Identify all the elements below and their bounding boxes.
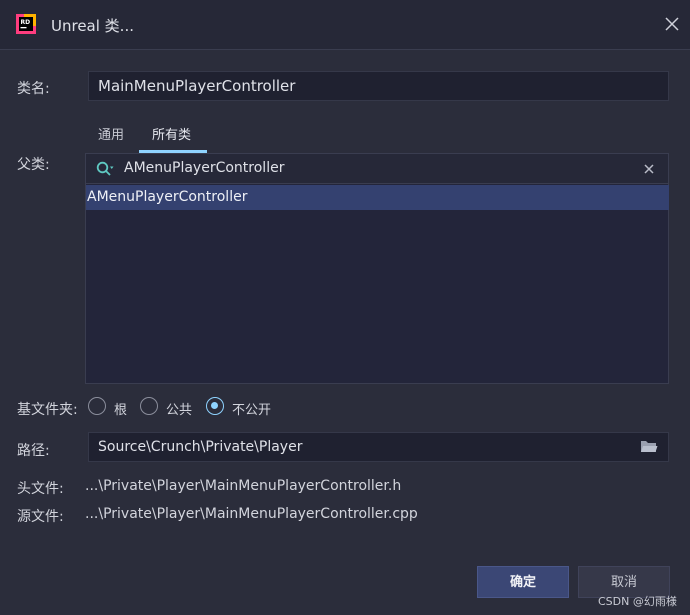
radio-root[interactable] xyxy=(88,397,106,415)
clear-icon[interactable] xyxy=(643,163,655,175)
tab-all-classes[interactable]: 所有类 xyxy=(152,124,191,143)
radio-private-label: 不公开 xyxy=(232,403,272,418)
source-file-path: ...\Private\Player\MainMenuPlayerControl… xyxy=(85,506,418,522)
header-file-label: 头文件: xyxy=(17,481,64,497)
search-bar[interactable]: AMenuPlayerController xyxy=(86,154,668,184)
radio-private[interactable] xyxy=(206,397,224,415)
path-input[interactable]: Source\Crunch\Private\Player xyxy=(88,432,669,462)
search-icon xyxy=(96,161,114,176)
svg-text:RD: RD xyxy=(21,19,31,26)
path-label: 路径: xyxy=(17,443,50,459)
radio-root-label: 根 xyxy=(114,403,128,418)
watermark: CSDN @幻雨様 xyxy=(598,595,677,608)
folder-icon[interactable] xyxy=(640,439,658,454)
radio-public-label: 公共 xyxy=(166,403,193,418)
parent-class-list: AMenuPlayerController AMenuPlayerControl… xyxy=(85,153,669,384)
source-file-label: 源文件: xyxy=(17,509,64,525)
close-icon[interactable] xyxy=(665,17,679,31)
base-folder-label: 基文件夹: xyxy=(17,402,78,418)
search-input[interactable]: AMenuPlayerController xyxy=(124,160,284,176)
window-title: Unreal 类... xyxy=(51,17,134,35)
class-name-label: 类名: xyxy=(17,81,50,97)
class-name-input[interactable]: MainMenuPlayerController xyxy=(88,71,669,101)
app-icon: RD xyxy=(16,14,36,34)
title-bar: RD Unreal 类... xyxy=(0,0,690,50)
parent-class-label: 父类: xyxy=(17,157,50,173)
radio-public[interactable] xyxy=(140,397,158,415)
header-file-path: ...\Private\Player\MainMenuPlayerControl… xyxy=(85,478,402,494)
tab-general[interactable]: 通用 xyxy=(98,124,124,143)
list-item[interactable]: AMenuPlayerController xyxy=(86,185,669,210)
ok-button[interactable]: 确定 xyxy=(477,566,569,598)
